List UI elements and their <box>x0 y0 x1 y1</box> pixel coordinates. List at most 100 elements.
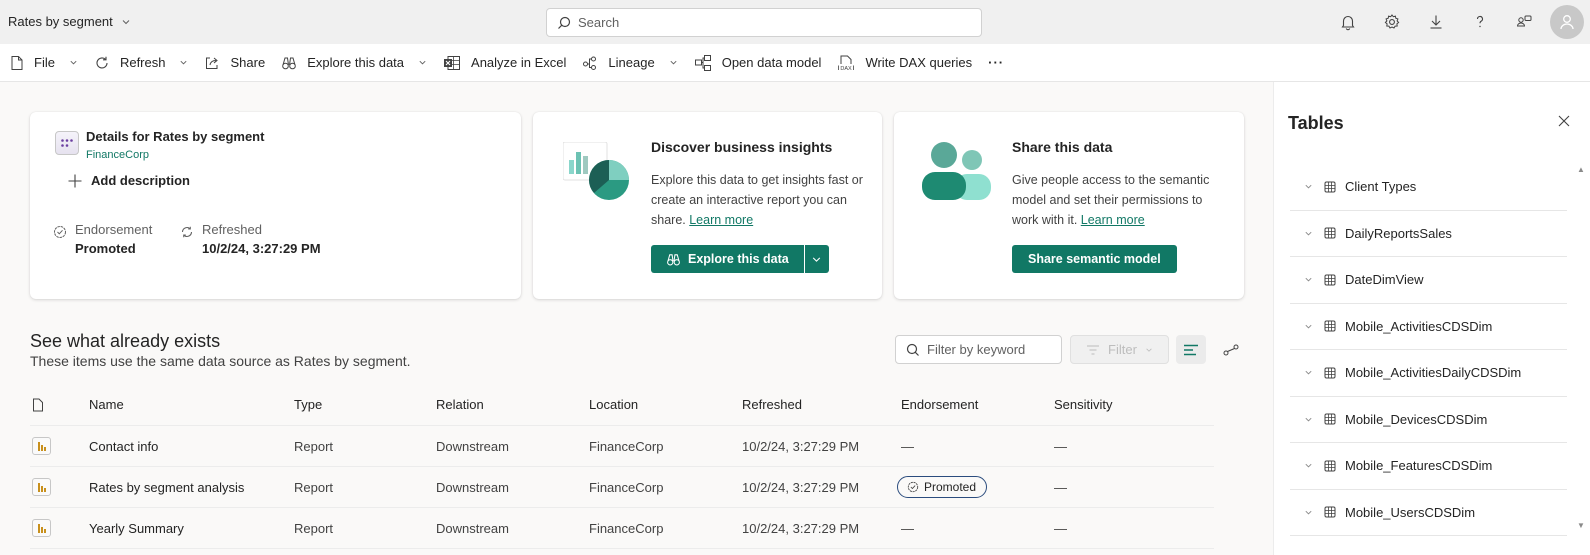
table-name: DailyReportsSales <box>1345 225 1452 241</box>
scroll-up-arrow[interactable]: ▲ <box>1577 165 1585 174</box>
item-name-link[interactable]: Contact info <box>89 439 294 454</box>
main-content: Details for Rates by segment FinanceCorp… <box>0 82 1273 555</box>
table-list-item[interactable]: Mobile_ActivitiesDailyCDSDim <box>1290 350 1567 397</box>
column-header-relation[interactable]: Relation <box>436 397 589 412</box>
column-header-refreshed[interactable]: Refreshed <box>742 397 901 412</box>
column-header-location[interactable]: Location <box>589 397 742 412</box>
item-name-link[interactable]: Rates by segment analysis <box>89 480 294 495</box>
open-data-model-button[interactable]: Open data model <box>686 44 830 82</box>
explore-this-data-button[interactable]: Explore this data <box>273 44 435 82</box>
table-icon <box>1324 320 1336 332</box>
share-button[interactable]: Share <box>196 44 273 82</box>
explore-options-dropdown[interactable] <box>803 245 829 273</box>
refresh-button[interactable]: Refresh <box>86 44 197 82</box>
discover-learn-more-link[interactable]: Learn more <box>689 213 753 227</box>
notifications-button[interactable] <box>1326 0 1370 44</box>
item-sensitivity: — <box>1054 479 1067 495</box>
lineage-view-icon <box>1223 344 1239 355</box>
column-header-sensitivity[interactable]: Sensitivity <box>1054 397 1194 412</box>
section-title: See what already exists <box>30 331 221 351</box>
chevron-down-icon <box>670 60 677 65</box>
list-view-button[interactable] <box>1176 335 1206 364</box>
analyze-in-excel-button[interactable]: Analyze in Excel <box>435 44 574 82</box>
chevron-down-icon <box>1305 371 1312 375</box>
filter-icon <box>1087 345 1100 354</box>
filter-by-keyword-box[interactable] <box>895 335 1062 364</box>
type-icon-header <box>30 398 89 412</box>
workspace-link[interactable]: FinanceCorp <box>86 149 149 161</box>
search-box[interactable] <box>546 8 982 37</box>
table-list-item[interactable]: Client Types <box>1290 164 1567 211</box>
binoculars-icon <box>667 253 680 265</box>
item-endorsement: Promoted <box>897 476 1054 498</box>
column-header-type[interactable]: Type <box>294 397 436 412</box>
refresh-icon <box>181 226 193 238</box>
item-endorsement: — <box>901 520 914 536</box>
share-semantic-model-button[interactable]: Share semantic model <box>1012 245 1177 273</box>
table-header-row: Name Type Relation Location Refreshed En… <box>30 384 1214 426</box>
write-dax-queries-button[interactable]: DAX Write DAX queries <box>829 44 980 82</box>
insights-illustration-icon <box>563 142 629 200</box>
share-learn-more-link[interactable]: Learn more <box>1081 213 1145 227</box>
file-menu-button[interactable]: File <box>10 44 86 82</box>
download-button[interactable] <box>1414 0 1458 44</box>
table-name: Client Types <box>1345 179 1417 195</box>
top-bar: Rates by segment <box>0 0 1590 44</box>
feedback-button[interactable] <box>1502 0 1546 44</box>
table-icon <box>1324 460 1336 472</box>
close-panel-button[interactable] <box>1558 115 1570 127</box>
table-name: Mobile_ActivitiesCDSDim <box>1345 318 1493 334</box>
file-icon <box>33 398 43 411</box>
table-name: DateDimView <box>1345 272 1424 288</box>
avatar[interactable] <box>1550 5 1584 39</box>
table-row[interactable]: Yearly Summary Report Downstream Finance… <box>30 508 1214 549</box>
endorsement-info: Endorsement Promoted <box>53 222 152 256</box>
filter-keyword-input[interactable] <box>927 342 1057 357</box>
item-name-link[interactable]: Yearly Summary <box>89 521 294 536</box>
dax-icon: DAX <box>838 55 855 72</box>
item-location: FinanceCorp <box>589 520 664 536</box>
refresh-icon <box>96 56 108 68</box>
more-options-button[interactable]: ··· <box>980 44 1012 82</box>
item-sensitivity: — <box>1054 520 1067 536</box>
help-icon <box>1476 15 1484 28</box>
endorsement-label: Endorsement <box>75 222 153 237</box>
table-list-item[interactable]: Mobile_FeaturesCDSDim <box>1290 443 1567 490</box>
table-row[interactable]: Contact info Report Downstream FinanceCo… <box>30 426 1214 467</box>
explore-this-data-primary-button[interactable]: Explore this data <box>651 245 804 273</box>
explore-split-button: Explore this data <box>651 245 829 273</box>
refreshed-info: Refreshed 10/2/24, 3:27:29 PM <box>180 222 321 256</box>
data-model-label: Open data model <box>721 55 822 70</box>
filter-button[interactable]: Filter <box>1070 335 1169 364</box>
item-location: FinanceCorp <box>589 438 664 454</box>
table-icon <box>1324 506 1336 518</box>
settings-button[interactable] <box>1370 0 1414 44</box>
table-row[interactable]: Rates by segment analysis Report Downstr… <box>30 467 1214 508</box>
lineage-icon <box>583 56 597 70</box>
report-icon <box>32 519 51 537</box>
add-description-button[interactable]: Add description <box>68 173 190 188</box>
add-description-label: Add description <box>91 173 190 188</box>
table-list-item[interactable]: DailyReportsSales <box>1290 211 1567 257</box>
filter-label: Filter <box>1108 342 1137 357</box>
item-title-dropdown[interactable]: Rates by segment <box>8 14 131 29</box>
search-input[interactable] <box>578 15 958 30</box>
section-subtitle: These items use the same data source as … <box>30 353 411 369</box>
lineage-button[interactable]: Lineage <box>574 44 685 82</box>
table-list-item[interactable]: Mobile_UsersCDSDim <box>1290 490 1567 536</box>
chevron-down-icon <box>1305 231 1312 236</box>
column-header-name[interactable]: Name <box>89 397 294 412</box>
column-header-endorsement[interactable]: Endorsement <box>901 397 1054 412</box>
share-data-card: Share this data Give people access to th… <box>894 112 1244 299</box>
report-icon <box>32 437 51 455</box>
scroll-down-arrow[interactable]: ▼ <box>1577 521 1585 530</box>
table-list-item[interactable]: DateDimView <box>1290 257 1567 304</box>
table-icon <box>1324 181 1336 193</box>
table-list-item[interactable]: Mobile_DevicesCDSDim <box>1290 397 1567 443</box>
table-list-item[interactable]: Mobile_ActivitiesCDSDim <box>1290 304 1567 350</box>
item-relation: Downstream <box>436 520 509 536</box>
lineage-view-button[interactable] <box>1216 335 1246 364</box>
help-button[interactable] <box>1458 0 1502 44</box>
binoculars-icon <box>282 57 296 69</box>
chevron-down-icon <box>1305 324 1312 329</box>
